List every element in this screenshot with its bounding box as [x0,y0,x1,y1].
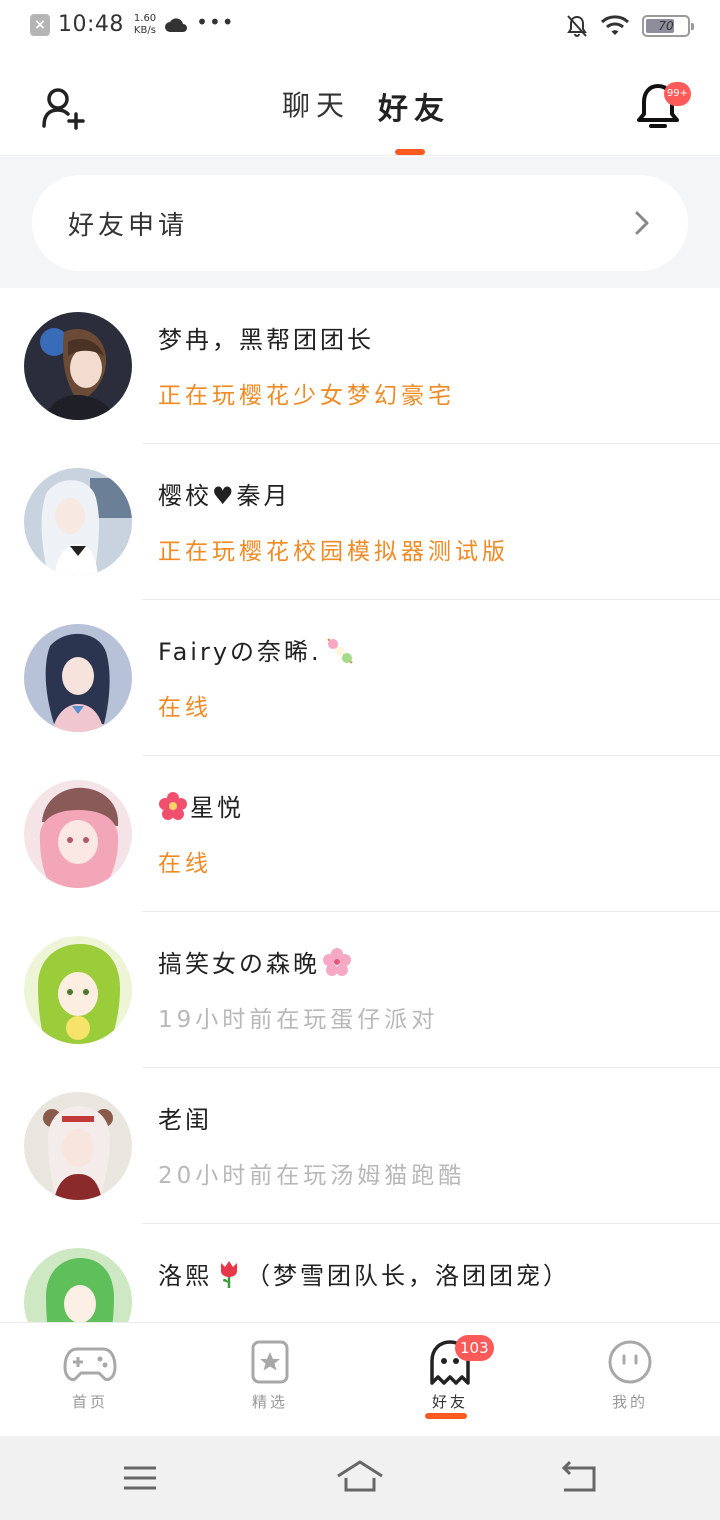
cloud-icon [165,17,188,32]
network-speed-unit: KB/s [133,24,156,36]
friend-request-section: 好友申请 [0,157,720,288]
tab-friends[interactable]: 好友 [378,84,450,128]
friend-list-item[interactable]: 洛熙 （梦雪团队长，洛团团宠） [0,1224,720,1322]
friend-list-item[interactable]: 星悦 在线 [0,756,720,912]
friend-name: 樱校♥秦月 [158,482,291,510]
friend-status: 19小时前在玩蛋仔派对 [158,1007,439,1033]
home-icon[interactable] [336,1456,384,1500]
notification-badge: 99+ [664,82,691,106]
friend-status: 20小时前在玩汤姆猫跑酷 [158,1163,466,1189]
nav-featured-label: 精选 [251,1393,288,1411]
avatar[interactable] [24,780,132,888]
friend-name: 梦冉，黑帮团团长 [158,326,374,354]
friend-status: 正在玩樱花少女梦幻豪宅 [158,383,455,409]
friend-request-button[interactable]: 好友申请 [32,175,688,271]
nav-featured[interactable]: 精选 [225,1339,315,1429]
friend-list-item[interactable]: 樱校♥秦月 正在玩樱花校园模拟器测试版 [0,444,720,600]
nav-active-indicator [425,1413,467,1419]
avatar[interactable] [24,936,132,1044]
nav-home[interactable]: 首页 [45,1339,135,1429]
friends-badge: 103 [455,1335,494,1361]
status-time: 10:48 [58,12,124,37]
star-card-icon [251,1340,289,1384]
battery-level: 70 [658,19,674,33]
battery-icon: 70 [642,15,694,37]
avatar[interactable] [24,624,132,732]
add-friend-icon[interactable] [40,84,88,132]
bottom-nav: 首页 精选 103 好友 我的 [0,1322,720,1436]
nav-me[interactable]: 我的 [585,1339,675,1429]
nav-friends[interactable]: 103 好友 [405,1335,495,1429]
nav-home-label: 首页 [71,1393,108,1411]
friend-status: 正在玩樱花校园模拟器测试版 [158,539,509,565]
friend-list-item[interactable]: 搞笑女の森晚 19小时前在玩蛋仔派对 [0,912,720,1068]
dango-emoji [326,637,353,664]
friend-name: 老闺 [158,1106,212,1134]
tulip-emoji [221,1260,237,1288]
active-tab-indicator [395,149,425,155]
friend-status: 在线 [158,695,212,721]
friend-status: 在线 [158,851,212,877]
status-bar: × 10:48 1.60 KB/s ••• 70 [0,0,720,56]
friend-name: 星悦 [158,788,244,823]
friend-list-item[interactable]: 老闺 20小时前在玩汤姆猫跑酷 [0,1068,720,1224]
friend-list-item[interactable]: 梦冉，黑帮团团长 正在玩樱花少女梦幻豪宅 [0,288,720,444]
friend-request-label: 好友申请 [68,211,189,241]
friend-name: Fairyの奈晞. [158,632,354,667]
friend-name: 搞笑女の森晚 [158,944,352,979]
top-header: 聊天 好友 99+ [0,56,720,156]
face-icon [608,1340,652,1384]
chevron-right-icon [635,211,649,235]
avatar[interactable] [24,312,132,420]
system-navigation-bar [0,1436,720,1520]
avatar[interactable] [24,468,132,576]
cherry-blossom-emoji [323,947,351,976]
mute-bell-icon [567,15,587,37]
back-icon[interactable] [558,1456,602,1500]
network-speed-value: 1.60 [133,12,157,24]
friend-list-item[interactable]: Fairyの奈晞. 在线 [0,600,720,756]
avatar[interactable] [24,1248,132,1322]
wifi-icon [600,15,630,35]
network-speed: 1.60 KB/s [134,13,156,37]
gamepad-icon [63,1347,117,1381]
friend-list: 梦冉，黑帮团团长 正在玩樱花少女梦幻豪宅 樱校♥秦月 正在玩樱花校园模拟器测试版 [0,288,720,1322]
nav-friends-label: 好友 [431,1393,468,1411]
avatar[interactable] [24,1092,132,1200]
tab-chat[interactable]: 聊天 [282,84,350,124]
friend-name: 洛熙 （梦雪团队长，洛团团宠） [158,1256,570,1291]
nav-me-label: 我的 [611,1393,648,1411]
notification-close-icon: × [30,13,50,36]
more-notifications-icon: ••• [196,9,235,34]
hibiscus-emoji [159,791,187,820]
menu-icon[interactable] [118,1456,162,1500]
